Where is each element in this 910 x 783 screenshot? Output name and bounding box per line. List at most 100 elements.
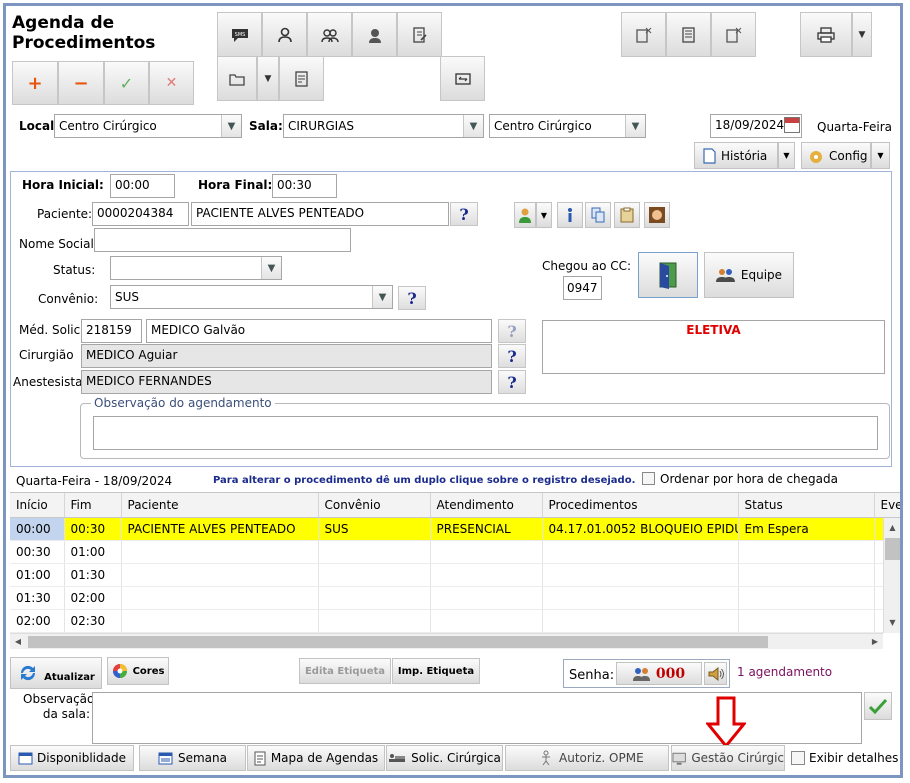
doctor-button[interactable] xyxy=(352,12,397,57)
table-cell xyxy=(318,540,431,564)
chevron-down-icon[interactable]: ▼ xyxy=(221,115,241,137)
remove-button[interactable]: − xyxy=(58,61,104,105)
nome-social-field[interactable] xyxy=(94,228,351,252)
column-header[interactable]: Paciente xyxy=(121,493,319,518)
local-select[interactable]: Centro Cirúrgico ▼ xyxy=(54,114,242,138)
column-header[interactable]: Convênio xyxy=(318,493,431,518)
obs-agendamento-field[interactable] xyxy=(93,416,878,450)
equipe-button[interactable]: Equipe xyxy=(704,252,794,298)
hscroll-thumb[interactable] xyxy=(28,636,768,648)
column-header[interactable]: Fim xyxy=(64,493,122,518)
door-button[interactable] xyxy=(638,252,698,298)
print-dropdown[interactable]: ▼ xyxy=(852,12,872,57)
document-cancel-button[interactable] xyxy=(711,12,756,57)
patient-actions-button[interactable] xyxy=(514,202,536,228)
senha-button[interactable]: 000 xyxy=(616,662,702,685)
calendar-icon[interactable] xyxy=(784,117,800,133)
paciente-id-field[interactable]: 0000204384 xyxy=(92,202,189,226)
column-header[interactable]: Eve xyxy=(874,493,900,518)
patient-actions-dropdown[interactable]: ▼ xyxy=(536,202,552,228)
gestao-cirurgica-button[interactable]: Gestão Cirúrgic xyxy=(671,745,785,771)
anestesista-help-button[interactable]: ? xyxy=(498,370,526,394)
report-button[interactable] xyxy=(279,56,324,101)
atualizar-button[interactable]: Atualizar xyxy=(10,657,102,689)
semana-button[interactable]: Semana xyxy=(139,745,246,771)
scroll-right-arrow[interactable]: ▶ xyxy=(867,634,883,649)
table-row[interactable]: 00:30 01:00 xyxy=(10,540,900,564)
centro-select[interactable]: Centro Cirúrgico ▼ xyxy=(489,114,646,138)
vertical-scrollbar[interactable]: ▲ ▼ xyxy=(883,518,900,633)
cores-button[interactable]: Cores xyxy=(107,657,169,685)
confirm-button[interactable]: ✓ xyxy=(104,61,149,105)
note-edit-button[interactable] xyxy=(397,12,442,57)
column-header[interactable]: Status xyxy=(738,493,875,518)
anestesista-field[interactable]: MEDICO FERNANDES xyxy=(81,370,492,394)
status-select[interactable]: ▼ xyxy=(110,256,282,280)
cirurgiao-help-button[interactable]: ? xyxy=(498,344,526,368)
chevron-down-icon[interactable]: ▼ xyxy=(261,257,281,279)
scroll-down-arrow[interactable]: ▼ xyxy=(884,613,900,633)
table-row[interactable]: 01:00 01:30 xyxy=(10,563,900,587)
paciente-help-button[interactable]: ? xyxy=(450,202,478,226)
autoriz-opme-button[interactable]: Autoriz. OPME xyxy=(505,745,669,771)
scroll-up-arrow[interactable]: ▲ xyxy=(884,518,900,538)
exibir-detalhes-checkbox[interactable] xyxy=(791,751,805,765)
med-solic-id-field[interactable]: 218159 xyxy=(81,319,142,343)
folder-dropdown[interactable]: ▼ xyxy=(257,56,279,101)
hora-inicial-field[interactable]: 00:00 xyxy=(110,174,175,198)
config-dropdown[interactable]: ▼ xyxy=(871,142,890,169)
info-button[interactable] xyxy=(557,202,583,228)
document-list-icon xyxy=(681,26,695,43)
table-row[interactable]: 02:00 02:30 xyxy=(10,609,900,633)
group-button[interactable] xyxy=(307,12,352,57)
obs-sala-field[interactable] xyxy=(92,692,862,744)
paste-button[interactable] xyxy=(614,202,640,228)
cirurgiao-field[interactable]: MEDICO Aguiar xyxy=(81,344,492,368)
chevron-down-icon[interactable]: ▼ xyxy=(625,115,645,137)
edita-etiqueta-button[interactable]: Edita Etiqueta xyxy=(299,658,391,684)
scroll-thumb[interactable] xyxy=(885,538,900,560)
historia-button[interactable]: História xyxy=(694,142,778,169)
document-check-icon xyxy=(635,27,651,43)
med-solic-name-field[interactable]: MEDICO Galvão xyxy=(146,319,492,343)
historia-dropdown[interactable]: ▼ xyxy=(778,142,795,169)
folder-button[interactable] xyxy=(217,56,257,101)
weekday-label: Quarta-Feira xyxy=(817,120,892,134)
info-icon xyxy=(568,208,572,222)
convenio-select[interactable]: SUS ▼ xyxy=(110,285,393,309)
paciente-name-field[interactable]: PACIENTE ALVES PENTEADO xyxy=(191,202,449,226)
print-button[interactable] xyxy=(800,12,852,57)
config-button[interactable]: Config xyxy=(801,142,871,169)
photo-button[interactable] xyxy=(644,202,670,228)
scroll-left-arrow[interactable]: ◀ xyxy=(10,634,26,649)
chegou-field[interactable]: 0947 xyxy=(563,276,602,300)
disponibilidade-button[interactable]: Disponiblidade xyxy=(10,745,134,771)
save-obs-sala-button[interactable] xyxy=(864,692,892,720)
convenio-help-button[interactable]: ? xyxy=(398,286,426,310)
cancel-button[interactable]: ✕ xyxy=(149,61,194,105)
column-header[interactable]: Procedimentos xyxy=(542,493,739,518)
copy-button[interactable] xyxy=(585,202,611,228)
add-button[interactable]: + xyxy=(12,61,58,105)
document-list-button[interactable] xyxy=(666,12,711,57)
imp-etiqueta-button[interactable]: Imp. Etiqueta xyxy=(392,658,480,684)
transfer-button[interactable] xyxy=(440,56,485,101)
chevron-down-icon[interactable]: ▼ xyxy=(463,115,483,137)
document-check-button[interactable] xyxy=(621,12,666,57)
hora-final-field[interactable]: 00:30 xyxy=(272,174,337,198)
solic-cirurgica-button[interactable]: Solic. Cirúrgica xyxy=(386,745,503,771)
ordenar-checkbox[interactable] xyxy=(642,472,655,485)
chevron-down-icon[interactable]: ▼ xyxy=(372,286,392,308)
column-header[interactable]: Início xyxy=(10,493,65,518)
column-header[interactable]: Atendimento xyxy=(430,493,543,518)
user-button[interactable] xyxy=(262,12,307,57)
table-row[interactable]: 01:30 02:00 xyxy=(10,586,900,610)
table-cell: 04.17.01.0052 BLOQUEIO EPIDURAL xyxy=(542,517,739,541)
horizontal-scrollbar[interactable]: ◀ ▶ xyxy=(10,633,883,649)
sala-select[interactable]: CIRURGIAS ▼ xyxy=(283,114,484,138)
table-row[interactable]: 00:00 00:30 PACIENTE ALVES PENTEADO SUS PRES… xyxy=(10,517,900,541)
mapa-agendas-button[interactable]: Mapa de Agendas xyxy=(247,745,385,771)
sms-button[interactable]: SMS xyxy=(217,12,262,57)
speaker-button[interactable] xyxy=(704,662,727,685)
med-solic-help-button[interactable]: ? xyxy=(498,319,526,343)
